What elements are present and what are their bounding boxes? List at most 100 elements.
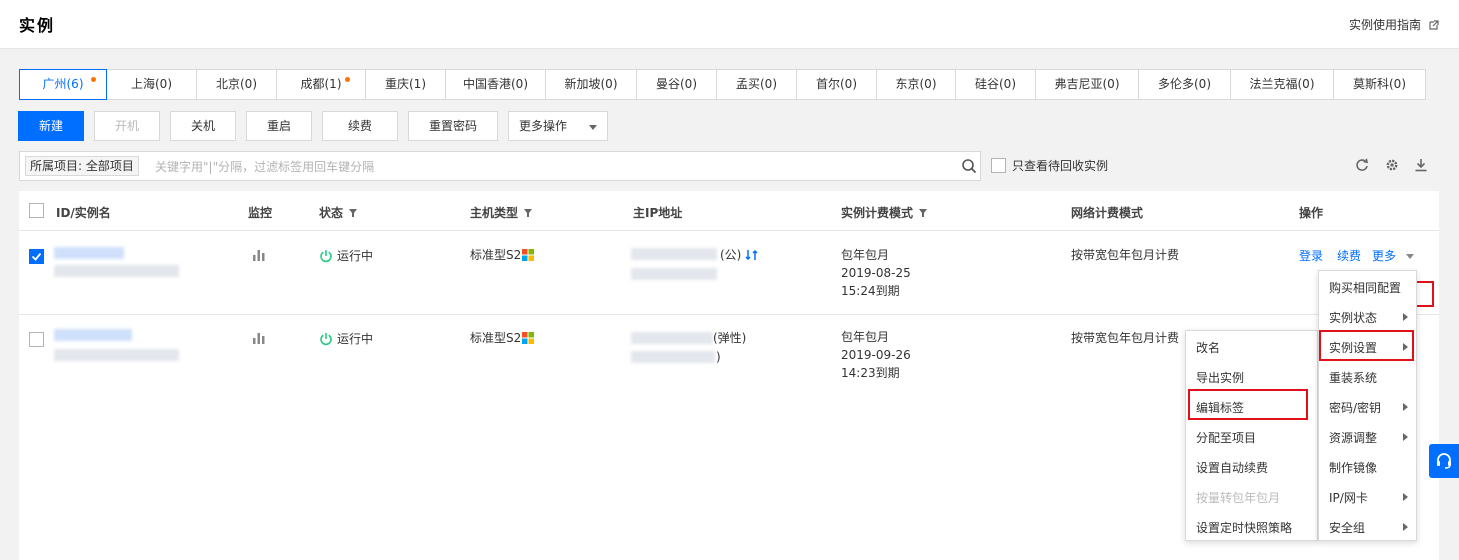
region-tab[interactable]: 上海(0)	[107, 69, 197, 100]
search-input[interactable]: 所属项目: 全部项目 关键字用"|"分隔，过滤标签用回车键分隔	[19, 151, 981, 181]
expire-time: 14:23到期	[841, 366, 900, 380]
project-filter-tag[interactable]: 所属项目: 全部项目	[25, 156, 139, 176]
restart-button[interactable]: 重启	[246, 111, 312, 141]
row-checkbox[interactable]	[29, 249, 44, 264]
more-operations-dropdown[interactable]: 更多操作	[508, 111, 608, 141]
monitor-chart-icon[interactable]	[252, 249, 266, 261]
header-billing-label: 实例计费模式	[841, 206, 914, 220]
host-type: 标准型S2	[470, 246, 535, 264]
menu-item-convert-billing[interactable]: 按量转包年包月	[1196, 489, 1280, 506]
region-tab[interactable]: 多伦多(0)	[1139, 69, 1231, 100]
host-type-label: 标准型S2	[470, 331, 522, 345]
caret-down-icon	[589, 125, 597, 130]
row-checkbox[interactable]	[29, 332, 44, 347]
switch-ip-icon[interactable]	[745, 248, 759, 262]
billing-mode: 包年包月	[841, 248, 890, 262]
region-tab-label: 上海(0)	[131, 77, 172, 91]
menu-item-resource-adjust[interactable]: 资源调整	[1329, 429, 1377, 446]
more-actions-menu: 购买相同配置 实例状态 实例设置 重装系统 密码/密钥 资源调整 制作镜像 IP…	[1318, 270, 1417, 541]
net-billing-mode: 按带宽包年包月计费	[1071, 331, 1180, 345]
region-tab[interactable]: 成都(1)	[277, 69, 366, 100]
power-icon	[320, 250, 332, 263]
monitor-chart-icon[interactable]	[252, 332, 266, 344]
table-header: ID/实例名 监控 状态 主机类型 主IP地址 实例计费模式 网络计费模式 操作	[19, 191, 1439, 231]
menu-item-export[interactable]: 导出实例	[1196, 369, 1244, 386]
top-bar: 实例 实例使用指南	[0, 0, 1459, 49]
menu-item-assign-project[interactable]: 分配至项目	[1196, 429, 1256, 446]
menu-item-password-key[interactable]: 密码/密钥	[1329, 399, 1381, 416]
region-tab[interactable]: 法兰克福(0)	[1231, 69, 1334, 100]
region-tab[interactable]: 首尔(0)	[797, 69, 877, 100]
host-type-label: 标准型S2	[470, 248, 522, 262]
menu-item-buy-same[interactable]: 购买相同配置	[1329, 279, 1401, 296]
ip-type-label: (公)	[720, 248, 742, 262]
chevron-right-icon	[1403, 493, 1408, 501]
instance-id-link[interactable]	[54, 329, 132, 341]
instance-id-link[interactable]	[54, 247, 124, 259]
more-dropdown[interactable]: 更多	[1372, 247, 1415, 265]
guide-link[interactable]: 实例使用指南	[1349, 16, 1439, 33]
net-billing-mode: 按带宽包年包月计费	[1071, 248, 1180, 262]
menu-item-rename[interactable]: 改名	[1196, 339, 1220, 356]
header-monitor: 监控	[248, 206, 273, 220]
region-tab[interactable]: 弗吉尼亚(0)	[1036, 69, 1139, 100]
gear-icon[interactable]	[1385, 158, 1399, 172]
customer-service-button[interactable]	[1429, 444, 1459, 478]
download-icon[interactable]	[1414, 158, 1428, 172]
ip-suffix: )	[716, 350, 721, 364]
region-tab[interactable]: 北京(0)	[197, 69, 277, 100]
region-tab[interactable]: 孟买(0)	[717, 69, 797, 100]
region-tab-label: 重庆(1)	[385, 77, 426, 91]
region-tab[interactable]: 重庆(1)	[366, 69, 446, 100]
caret-down-icon	[1406, 253, 1415, 259]
header-status[interactable]: 状态	[319, 204, 358, 221]
status-label: 运行中	[337, 332, 374, 346]
more-operations-label: 更多操作	[519, 119, 568, 133]
menu-item-reinstall[interactable]: 重装系统	[1329, 369, 1377, 386]
menu-item-ip-nic[interactable]: IP/网卡	[1329, 489, 1368, 506]
login-link[interactable]: 登录	[1299, 247, 1323, 265]
menu-item-security-group[interactable]: 安全组	[1329, 519, 1365, 536]
filter-icon[interactable]	[919, 208, 928, 217]
header-id: ID/实例名	[56, 206, 111, 220]
region-tab[interactable]: 莫斯科(0)	[1334, 69, 1426, 100]
headset-icon	[1437, 453, 1451, 469]
check-icon	[31, 252, 42, 261]
external-link-icon	[1429, 19, 1439, 30]
menu-item-instance-status[interactable]: 实例状态	[1329, 309, 1377, 326]
renew-button[interactable]: 续费	[322, 111, 398, 141]
region-tab[interactable]: 广州(6)	[19, 69, 107, 100]
new-instance-button[interactable]: 新建	[18, 111, 84, 141]
page-title: 实例	[19, 16, 56, 35]
menu-item-label: 资源调整	[1329, 431, 1378, 445]
recycle-checkbox[interactable]	[991, 158, 1006, 173]
power-icon	[320, 333, 332, 346]
shutdown-button[interactable]: 关机	[170, 111, 236, 141]
billing-date: 2019-09-26	[841, 348, 911, 362]
elastic-ip	[631, 332, 713, 344]
guide-link-label: 实例使用指南	[1348, 18, 1421, 32]
reset-password-button[interactable]: 重置密码	[408, 111, 498, 141]
header-host-type[interactable]: 主机类型	[470, 204, 533, 221]
menu-item-auto-renew[interactable]: 设置自动续费	[1196, 459, 1268, 476]
region-tab-label: 硅谷(0)	[975, 77, 1016, 91]
filter-icon[interactable]	[349, 208, 358, 217]
region-tab[interactable]: 硅谷(0)	[956, 69, 1036, 100]
start-button[interactable]: 开机	[94, 111, 160, 141]
recycle-filter[interactable]: 只查看待回收实例	[991, 157, 1108, 174]
region-tab[interactable]: 新加坡(0)	[546, 69, 637, 100]
refresh-icon[interactable]	[1355, 158, 1369, 172]
header-billing[interactable]: 实例计费模式	[841, 204, 928, 221]
renew-link[interactable]: 续费	[1337, 247, 1361, 265]
ip-type-label: (弹性)	[713, 331, 747, 345]
region-tab-label: 多伦多(0)	[1158, 77, 1211, 91]
select-all-checkbox[interactable]	[29, 203, 44, 218]
menu-item-create-image[interactable]: 制作镜像	[1329, 459, 1377, 476]
filter-icon[interactable]	[524, 208, 533, 217]
region-tab[interactable]: 曼谷(0)	[637, 69, 717, 100]
region-tab-label: 成都(1)	[300, 77, 342, 91]
menu-item-snapshot-policy[interactable]: 设置定时快照策略	[1196, 519, 1292, 536]
region-tab[interactable]: 东京(0)	[877, 69, 956, 100]
search-icon[interactable]	[961, 158, 977, 174]
region-tab[interactable]: 中国香港(0)	[446, 69, 546, 100]
